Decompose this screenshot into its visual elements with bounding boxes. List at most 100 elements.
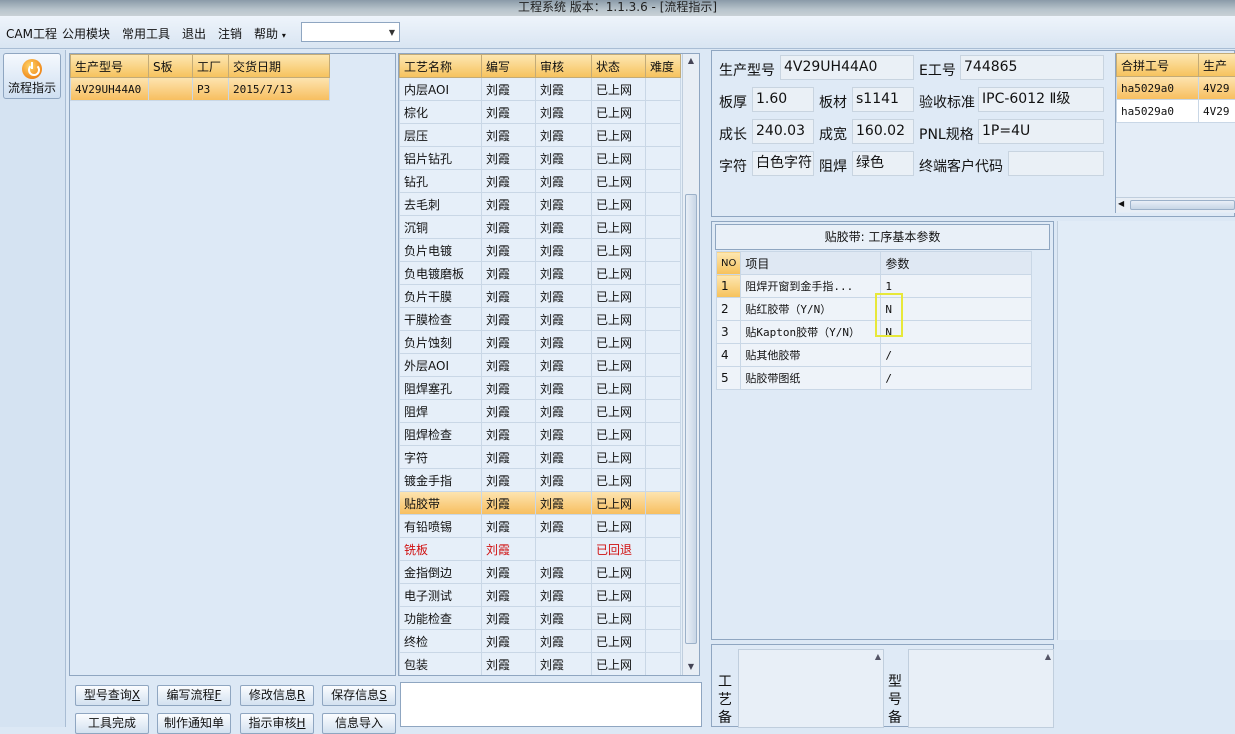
- table-row[interactable]: 干膜检查刘霞刘霞已上网: [400, 308, 681, 331]
- col-difficulty[interactable]: 难度: [646, 55, 681, 78]
- scroll-thumb[interactable]: [685, 194, 697, 644]
- pnl-field[interactable]: 1P=4U: [978, 119, 1104, 144]
- table-row[interactable]: 金指倒边刘霞刘霞已上网: [400, 561, 681, 584]
- flow-indicator-button[interactable]: 流程指示: [3, 53, 61, 99]
- table-row[interactable]: 4V29UH44A0 P3 2015/7/13: [71, 78, 330, 101]
- menu-common-tools[interactable]: 常用工具: [122, 25, 170, 42]
- length-field[interactable]: 240.03: [752, 119, 814, 144]
- process-reviewer: 刘霞: [536, 400, 592, 423]
- width-field[interactable]: 160.02: [852, 119, 914, 144]
- scroll-up-icon[interactable]: ▲: [683, 54, 699, 68]
- import-info-button[interactable]: 信息导入: [322, 713, 396, 734]
- table-row[interactable]: 棕化刘霞刘霞已上网: [400, 101, 681, 124]
- table-row[interactable]: 5贴胶带图纸/: [717, 367, 1032, 390]
- col-writer[interactable]: 编写: [482, 55, 536, 78]
- menu-combo-box[interactable]: ▼: [301, 22, 400, 42]
- table-row[interactable]: 负电镀磨板刘霞刘霞已上网: [400, 262, 681, 285]
- table-row[interactable]: 阻焊塞孔刘霞刘霞已上网: [400, 377, 681, 400]
- scroll-thumb[interactable]: [1130, 200, 1235, 210]
- table-row[interactable]: 镀金手指刘霞刘霞已上网: [400, 469, 681, 492]
- col-reviewer[interactable]: 审核: [536, 55, 592, 78]
- chevron-down-icon[interactable]: ▼: [389, 28, 395, 37]
- col-date[interactable]: 交货日期: [229, 55, 330, 78]
- model-query-button[interactable]: 型号查询X: [75, 685, 149, 706]
- table-row[interactable]: 沉铜刘霞刘霞已上网: [400, 216, 681, 239]
- table-row[interactable]: 负片蚀刻刘霞刘霞已上网: [400, 331, 681, 354]
- table-row[interactable]: ha5029a0 4V29: [1117, 100, 1235, 123]
- e-no-field[interactable]: 744865: [960, 55, 1104, 80]
- menu-cam[interactable]: CAM工程: [6, 25, 57, 42]
- col-process-name[interactable]: 工艺名称: [400, 55, 482, 78]
- merge-hscrollbar[interactable]: ◀: [1116, 197, 1235, 212]
- col-merge-model[interactable]: 生产: [1199, 54, 1235, 77]
- write-flow-button[interactable]: 编写流程F: [157, 685, 231, 706]
- material-field[interactable]: s1141: [852, 87, 914, 112]
- remark-textbox[interactable]: [400, 682, 702, 727]
- table-row[interactable]: ha5029a0 4V29: [1117, 77, 1235, 100]
- process-writer: 刘霞: [482, 308, 536, 331]
- col-no[interactable]: NO: [717, 252, 741, 275]
- table-row[interactable]: 电子测试刘霞刘霞已上网: [400, 584, 681, 607]
- table-row[interactable]: 阻焊刘霞刘霞已上网: [400, 400, 681, 423]
- process-name: 阻焊检查: [400, 423, 482, 446]
- table-row[interactable]: 3贴Kapton胶带（Y/N）N: [717, 321, 1032, 344]
- solder-mask-field[interactable]: 绿色: [852, 151, 914, 176]
- make-notice-button[interactable]: 制作通知单: [157, 713, 231, 734]
- menu-logout[interactable]: 注销: [218, 25, 242, 42]
- table-row[interactable]: 贴胶带刘霞刘霞已上网: [400, 492, 681, 515]
- customer-code-field[interactable]: [1008, 151, 1104, 176]
- col-s[interactable]: S板: [149, 55, 193, 78]
- table-row[interactable]: 功能检查刘霞刘霞已上网: [400, 607, 681, 630]
- table-row[interactable]: 字符刘霞刘霞已上网: [400, 446, 681, 469]
- table-row[interactable]: 层压刘霞刘霞已上网: [400, 124, 681, 147]
- scroll-up-icon[interactable]: ▲: [1045, 652, 1051, 661]
- col-status[interactable]: 状态: [592, 55, 646, 78]
- col-param[interactable]: 参数: [881, 252, 1032, 275]
- menu-common-module[interactable]: 公用模块: [62, 25, 110, 42]
- table-row[interactable]: 1阻焊开窗到金手指...1: [717, 275, 1032, 298]
- modify-info-button[interactable]: 修改信息R: [240, 685, 314, 706]
- save-info-button[interactable]: 保存信息S: [322, 685, 396, 706]
- review-button[interactable]: 指示审核H: [240, 713, 314, 734]
- param-value[interactable]: N: [881, 321, 1032, 344]
- table-row[interactable]: 4贴其他胶带/: [717, 344, 1032, 367]
- craft-note-field[interactable]: ▲: [738, 649, 884, 728]
- param-value[interactable]: N: [881, 298, 1032, 321]
- param-value[interactable]: /: [881, 367, 1032, 390]
- menu-help[interactable]: 帮助 ▾: [254, 25, 286, 42]
- table-row[interactable]: 外层AOI刘霞刘霞已上网: [400, 354, 681, 377]
- table-row[interactable]: 2贴红胶带（Y/N）N: [717, 298, 1032, 321]
- silkscreen-field[interactable]: 白色字符: [752, 151, 814, 176]
- param-item: 贴胶带图纸: [741, 367, 881, 390]
- table-row[interactable]: 包装刘霞刘霞已上网: [400, 653, 681, 676]
- table-row[interactable]: 钻孔刘霞刘霞已上网: [400, 170, 681, 193]
- table-row[interactable]: 阻焊检查刘霞刘霞已上网: [400, 423, 681, 446]
- table-row[interactable]: 有铅喷锡刘霞刘霞已上网: [400, 515, 681, 538]
- scroll-left-icon[interactable]: ◀: [1118, 199, 1124, 208]
- col-merge-no[interactable]: 合拼工号: [1117, 54, 1199, 77]
- table-row[interactable]: 终检刘霞刘霞已上网: [400, 630, 681, 653]
- table-row[interactable]: 负片干膜刘霞刘霞已上网: [400, 285, 681, 308]
- process-status: 已上网: [592, 561, 646, 584]
- table-row[interactable]: 铣板刘霞已回退: [400, 538, 681, 561]
- thickness-field[interactable]: 1.60: [752, 87, 814, 112]
- menu-exit[interactable]: 退出: [182, 25, 206, 42]
- tool-complete-button[interactable]: 工具完成: [75, 713, 149, 734]
- table-row[interactable]: 铝片钻孔刘霞刘霞已上网: [400, 147, 681, 170]
- col-item[interactable]: 项目: [741, 252, 881, 275]
- table-row[interactable]: 内层AOI刘霞刘霞已上网: [400, 78, 681, 101]
- process-status: 已上网: [592, 124, 646, 147]
- process-writer: 刘霞: [482, 630, 536, 653]
- table-row[interactable]: 负片电镀刘霞刘霞已上网: [400, 239, 681, 262]
- model-field[interactable]: 4V29UH44A0: [780, 55, 914, 80]
- col-factory[interactable]: 工厂: [193, 55, 229, 78]
- standard-field[interactable]: IPC-6012 Ⅱ级: [978, 87, 1104, 112]
- param-value[interactable]: 1: [881, 275, 1032, 298]
- process-scrollbar[interactable]: ▲ ▼: [682, 54, 699, 675]
- scroll-down-icon[interactable]: ▼: [683, 660, 699, 674]
- model-note-field[interactable]: ▲: [908, 649, 1054, 728]
- col-model[interactable]: 生产型号: [71, 55, 149, 78]
- param-value[interactable]: /: [881, 344, 1032, 367]
- table-row[interactable]: 去毛刺刘霞刘霞已上网: [400, 193, 681, 216]
- scroll-up-icon[interactable]: ▲: [875, 652, 881, 661]
